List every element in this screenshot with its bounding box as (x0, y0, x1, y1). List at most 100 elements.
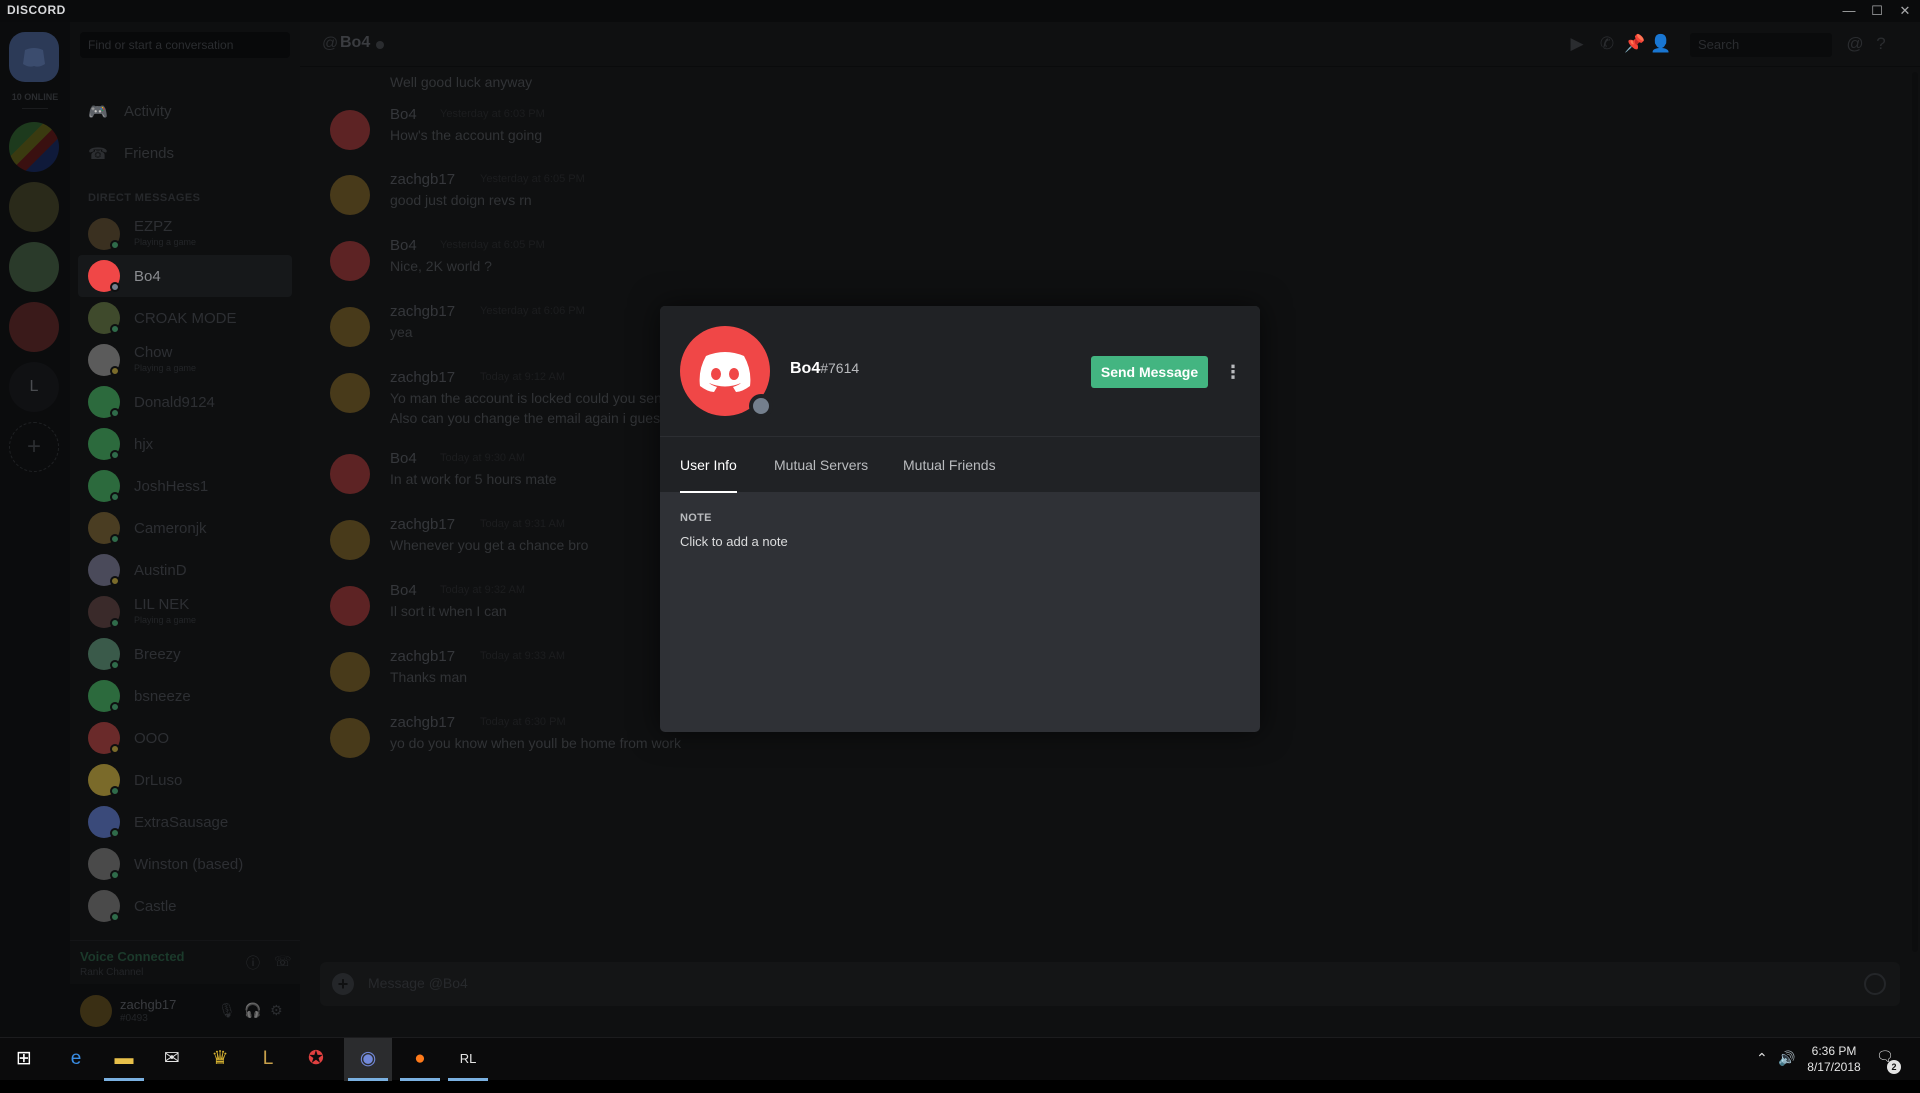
server-icon[interactable] (9, 122, 59, 172)
search-input[interactable]: Search (1690, 33, 1832, 57)
pin-icon[interactable]: 📌 (1624, 34, 1646, 56)
avatar[interactable] (330, 586, 370, 626)
dm-item[interactable]: ExtraSausage (78, 801, 292, 843)
message-author[interactable]: zachgb17 (390, 369, 455, 386)
dm-item[interactable]: Cameronjk (78, 507, 292, 549)
server-icon-letter[interactable]: L (9, 362, 59, 412)
taskbar-app-red[interactable]: ✪ (292, 1038, 340, 1081)
dm-item[interactable]: Castle (78, 885, 292, 927)
scrollbar[interactable] (1912, 72, 1918, 952)
dm-item[interactable]: Donald9124 (78, 381, 292, 423)
tab-user-info[interactable]: User Info (680, 457, 737, 493)
dm-item[interactable]: LIL NEK Playing a game (78, 591, 292, 633)
avatar[interactable] (330, 652, 370, 692)
phone-icon[interactable]: ✆ (1596, 34, 1618, 56)
avatar[interactable] (330, 718, 370, 758)
message-text: Nice, 2K world ? (390, 258, 492, 274)
note-input[interactable]: Click to add a note (680, 534, 788, 549)
message-author[interactable]: zachgb17 (390, 714, 455, 731)
upload-icon[interactable]: + (332, 973, 354, 995)
dm-item[interactable]: CROAK MODE (78, 297, 292, 339)
dm-item[interactable]: DrLuso (78, 759, 292, 801)
taskbar: ⊞ e ▬ ✉ ♛ L ✪ ◉ ● RL ⌃ 🔊 6:36 PM 8/17/2018 🗨 2 (0, 1037, 1920, 1081)
taskbar-discord[interactable]: ◉ (344, 1038, 392, 1081)
help-icon[interactable]: ? (1870, 34, 1892, 56)
close-button[interactable]: ✕ (1891, 1, 1919, 21)
dm-item[interactable]: JoshHess1 (78, 465, 292, 507)
message-author[interactable]: Bo4 (390, 106, 417, 123)
message-author[interactable]: Bo4 (390, 582, 417, 599)
taskbar-rocket-league[interactable]: RL (444, 1038, 492, 1081)
dm-item[interactable]: EZPZ Playing a game (78, 213, 292, 255)
taskbar-league[interactable]: L (244, 1038, 292, 1081)
taskbar-file-explorer[interactable]: ▬ (100, 1038, 148, 1081)
dm-item[interactable]: hjx (78, 423, 292, 465)
app-crown-icon: ♛ (211, 1048, 229, 1069)
message-author[interactable]: zachgb17 (390, 303, 455, 320)
server-icon[interactable] (9, 242, 59, 292)
taskbar-start[interactable]: ⊞ (0, 1038, 48, 1081)
dm-item[interactable]: Chow Playing a game (78, 339, 292, 381)
nav-activity[interactable]: 🎮 Activity (78, 92, 292, 130)
dm-activity: Playing a game (134, 615, 197, 625)
add-server-button[interactable]: + (9, 422, 59, 472)
message-text: Whenever you get a chance bro (390, 537, 589, 553)
message-author[interactable]: zachgb17 (390, 516, 455, 533)
minimize-button[interactable]: — (1835, 1, 1863, 21)
dm-item[interactable]: OOO (78, 717, 292, 759)
taskbar-edge[interactable]: e (52, 1038, 100, 1081)
mention-icon[interactable]: @ (1844, 34, 1866, 56)
volume-icon[interactable]: 🔊 (1778, 1050, 1795, 1093)
taskbar-firefox[interactable]: ● (396, 1038, 444, 1081)
server-icon[interactable] (9, 182, 59, 232)
dm-item[interactable]: Winston (based) (78, 843, 292, 885)
dm-item[interactable]: bsneeze (78, 675, 292, 717)
taskbar-app-crown[interactable]: ♛ (196, 1038, 244, 1081)
more-options-icon[interactable]: ⋮ (1224, 361, 1242, 383)
info-icon[interactable]: ⓘ (246, 953, 264, 971)
dm-item[interactable]: Breezy (78, 633, 292, 675)
message-composer[interactable]: + Message @Bo4 (320, 962, 1900, 1006)
avatar[interactable] (330, 454, 370, 494)
video-call-icon[interactable]: ▶ (1566, 34, 1588, 56)
message-author[interactable]: Bo4 (390, 450, 417, 467)
tab-label: Mutual Servers (774, 457, 869, 473)
online-count: 10 ONLINE (11, 92, 59, 102)
add-friend-icon[interactable]: 👤 (1650, 34, 1672, 56)
avatar[interactable] (330, 110, 370, 150)
dm-item[interactable]: Bo4 (78, 255, 292, 297)
nav-label: Activity (124, 103, 172, 120)
message-author[interactable]: zachgb17 (390, 648, 455, 665)
gamepad-icon: 🎮 (88, 104, 108, 121)
dm-name: Chow (134, 344, 173, 361)
message-author[interactable]: zachgb17 (390, 171, 455, 188)
taskbar-clock[interactable]: 6:36 PM 8/17/2018 (1803, 1043, 1865, 1075)
avatar[interactable] (330, 520, 370, 560)
tab-mutual-friends[interactable]: Mutual Friends (903, 457, 996, 493)
avatar[interactable] (330, 175, 370, 215)
status-dot (110, 450, 120, 460)
maximize-button[interactable]: ☐ (1863, 1, 1891, 21)
avatar[interactable] (330, 307, 370, 347)
chevron-up-icon[interactable]: ⌃ (1756, 1050, 1768, 1093)
tab-mutual-servers[interactable]: Mutual Servers (774, 457, 868, 493)
avatar[interactable] (330, 241, 370, 281)
headphones-icon[interactable]: 🎧 (244, 1002, 262, 1020)
status-dot (110, 576, 120, 586)
home-button[interactable] (9, 32, 59, 82)
tab-label: Mutual Friends (903, 457, 996, 473)
message-author[interactable]: Bo4 (390, 237, 417, 254)
server-icon[interactable] (9, 302, 59, 352)
disconnect-icon[interactable]: ☏ (274, 953, 292, 971)
microphone-icon[interactable]: 🎙 (218, 1002, 236, 1020)
message-group: zachgb17 Yesterday at 6:05 PM good just do… (320, 167, 1420, 237)
dm-search-input[interactable]: Find or start a conversation (80, 32, 290, 58)
emoji-icon[interactable] (1864, 973, 1886, 995)
send-message-button[interactable]: Send Message (1091, 356, 1208, 388)
gear-icon[interactable]: ⚙ (270, 1002, 288, 1020)
dm-item[interactable]: AustinD (78, 549, 292, 591)
avatar[interactable] (330, 373, 370, 413)
nav-friends[interactable]: ☎ Friends (78, 134, 292, 172)
avatar[interactable] (80, 995, 112, 1027)
taskbar-mail[interactable]: ✉ (148, 1038, 196, 1081)
